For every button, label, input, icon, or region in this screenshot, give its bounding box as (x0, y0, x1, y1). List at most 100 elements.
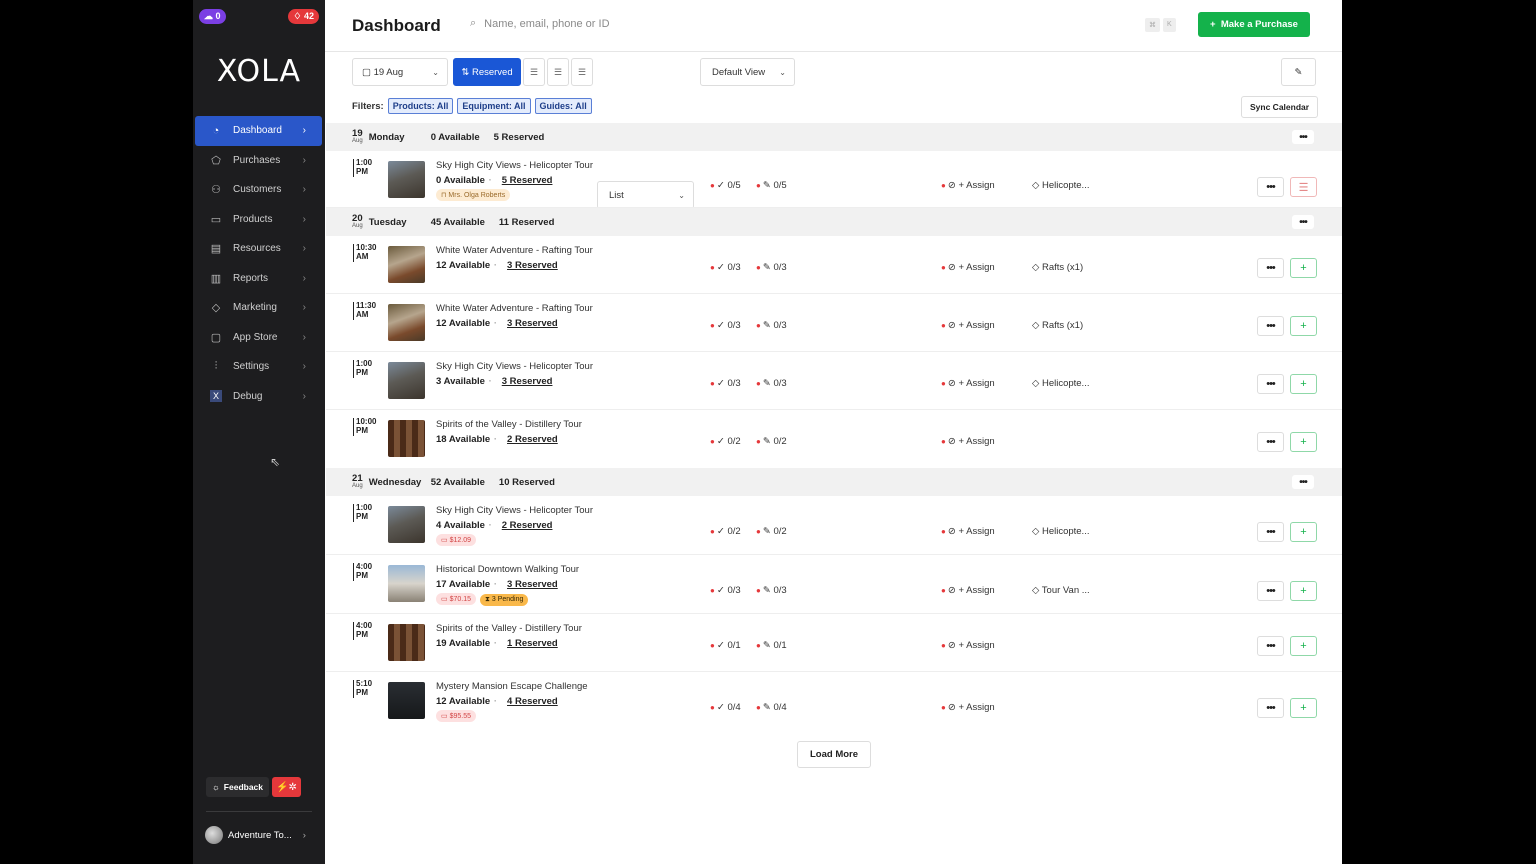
waiver-value: 0/2 (773, 526, 787, 537)
event-title[interactable]: Historical Downtown Walking Tour (436, 564, 579, 575)
products-filter-chip[interactable]: Products: All (387, 98, 454, 114)
notification-badge[interactable]: ☁ 0 (199, 9, 226, 24)
event-more-button[interactable]: ••• (1257, 258, 1284, 278)
event-thumbnail (388, 682, 425, 719)
sidebar-item-app-store[interactable]: ▢ App Store › (195, 323, 322, 353)
event-reserved[interactable]: 3 Reserved (507, 318, 558, 329)
event-more-button[interactable]: ••• (1257, 636, 1284, 656)
sidebar-item-purchases[interactable]: ⬠ Purchases › (195, 146, 322, 176)
sidebar-item-debug[interactable]: X Debug › (195, 382, 322, 412)
event-more-button[interactable]: ••• (1257, 177, 1284, 197)
event-more-button[interactable]: ••• (1257, 316, 1284, 336)
event-more-button[interactable]: ••• (1257, 432, 1284, 452)
event-row[interactable]: 4:00 PM Historical Downtown Walking Tour … (326, 555, 1342, 614)
event-title[interactable]: Spirits of the Valley - Distillery Tour (436, 419, 582, 430)
event-row[interactable]: 10:30 AM White Water Adventure - Rafting … (326, 236, 1342, 294)
load-more-button[interactable]: Load More (797, 741, 872, 768)
event-row[interactable]: 10:00 PM Spirits of the Valley - Distille… (326, 410, 1342, 468)
alert-count: 42 (303, 11, 314, 21)
assign-guide-button[interactable]: ● ⊘ + Assign (941, 180, 995, 191)
event-title[interactable]: Sky High City Views - Helicopter Tour (436, 361, 593, 372)
event-reserved[interactable]: 3 Reserved (507, 579, 558, 590)
assign-guide-button[interactable]: ● ⊘ + Assign (941, 436, 995, 447)
event-title[interactable]: White Water Adventure - Rafting Tour (436, 245, 593, 256)
event-time-ampm: AM (356, 309, 369, 319)
search-input[interactable]: ⌕ Name, email, phone or ID (470, 17, 610, 30)
add-booking-button[interactable]: + (1290, 522, 1317, 542)
event-row[interactable]: 11:30 AM White Water Adventure - Rafting … (326, 294, 1342, 352)
xola-logo[interactable]: XOLA (193, 54, 325, 89)
event-more-button[interactable]: ••• (1257, 522, 1284, 542)
equipment-filter-chip[interactable]: Equipment: All (457, 98, 531, 114)
list-filter-button-1[interactable]: ☰ (523, 58, 545, 86)
sidebar-item-marketing[interactable]: ◇ Marketing › (195, 293, 322, 323)
add-booking-button[interactable]: + (1290, 374, 1317, 394)
day-month: Aug (352, 137, 363, 144)
event-reserved[interactable]: 5 Reserved (502, 175, 553, 186)
event-reserved[interactable]: 1 Reserved (507, 638, 558, 649)
reserved-filter-button[interactable]: ⇅ Reserved (453, 58, 521, 86)
edit-view-button[interactable]: ✎ (1281, 58, 1316, 86)
tag-icon: ◇ (1032, 180, 1040, 191)
day-date: 20 Aug (352, 214, 363, 229)
event-row[interactable]: 4:00 PM Spirits of the Valley - Distiller… (326, 614, 1342, 672)
event-row[interactable]: 1:00 PM Sky High City Views - Helicopter … (326, 151, 1342, 208)
account-switcher[interactable]: Adventure To... › (205, 826, 306, 844)
event-title[interactable]: Sky High City Views - Helicopter Tour (436, 160, 593, 171)
assign-guide-button[interactable]: ● ⊘ + Assign (941, 526, 995, 537)
assign-guide-button[interactable]: ● ⊘ + Assign (941, 378, 995, 389)
event-more-button[interactable]: ••• (1257, 374, 1284, 394)
add-booking-button[interactable]: + (1290, 581, 1317, 601)
day-more-button[interactable]: ••• (1292, 475, 1314, 489)
event-title[interactable]: Mystery Mansion Escape Challenge (436, 681, 588, 692)
assign-guide-button[interactable]: ● ⊘ + Assign (941, 640, 995, 651)
alert-badge[interactable]: ♢ 42 (288, 9, 319, 24)
waiver-count: ● ✎ 0/2 (756, 526, 787, 537)
sidebar-item-products[interactable]: ▭ Products › (195, 205, 322, 235)
list-filter-button-3[interactable]: ☰ (571, 58, 593, 86)
event-reserved[interactable]: 2 Reserved (502, 520, 553, 531)
add-booking-button[interactable]: + (1290, 432, 1317, 452)
event-reserved[interactable]: 4 Reserved (507, 696, 558, 707)
add-booking-button[interactable]: + (1290, 258, 1317, 278)
day-more-button[interactable]: ••• (1292, 215, 1314, 229)
sidebar-item-customers[interactable]: ⚇ Customers › (195, 175, 322, 205)
assign-guide-button[interactable]: ● ⊘ + Assign (941, 320, 995, 331)
sync-calendar-button[interactable]: Sync Calendar (1241, 96, 1319, 118)
event-reserved[interactable]: 2 Reserved (507, 434, 558, 445)
event-title[interactable]: White Water Adventure - Rafting Tour (436, 303, 593, 314)
assign-guide-button[interactable]: ● ⊘ + Assign (941, 262, 995, 273)
list-filter-button-2[interactable]: ☰ (547, 58, 569, 86)
pen-icon: ✎ (762, 526, 771, 537)
add-booking-button[interactable]: + (1290, 698, 1317, 718)
assign-guide-button[interactable]: ● ⊘ + Assign (941, 702, 995, 713)
feedback-button[interactable]: ☼ Feedback (206, 777, 270, 797)
event-row[interactable]: 1:00 PM Sky High City Views - Helicopter … (326, 352, 1342, 410)
event-more-button[interactable]: ••• (1257, 581, 1284, 601)
day-more-button[interactable]: ••• (1292, 130, 1314, 144)
event-title[interactable]: Sky High City Views - Helicopter Tour (436, 505, 593, 516)
event-more-button[interactable]: ••• (1257, 698, 1284, 718)
sidebar-item-resources[interactable]: ▤ Resources › (195, 234, 322, 264)
sidebar-item-settings[interactable]: ⫶ Settings › (195, 352, 322, 382)
sidebar-item-reports[interactable]: ▥ Reports › (195, 264, 322, 294)
make-purchase-button[interactable]: + Make a Purchase (1198, 12, 1310, 37)
add-booking-button[interactable]: + (1290, 636, 1317, 656)
equipment-label: Helicopte... (1041, 180, 1090, 191)
event-row[interactable]: 1:00 PM Sky High City Views - Helicopter … (326, 496, 1342, 555)
saved-view-select[interactable]: Default View ⌄ (700, 58, 795, 86)
guides-filter-chip[interactable]: Guides: All (534, 98, 592, 114)
event-reserved[interactable]: 3 Reserved (507, 260, 558, 271)
event-available: 12 Available (436, 696, 491, 707)
sidebar-item-dashboard[interactable]: ◔ Dashboard › (195, 116, 322, 146)
saved-view-value: Default View (712, 66, 766, 78)
add-booking-button[interactable]: ☰ (1290, 177, 1317, 197)
event-time-value: 10:30 (356, 243, 377, 252)
add-booking-button[interactable]: + (1290, 316, 1317, 336)
event-reserved[interactable]: 3 Reserved (502, 376, 553, 387)
date-picker[interactable]: ▢ 19 Aug ⌄ (352, 58, 448, 86)
assign-guide-button[interactable]: ● ⊘ + Assign (941, 585, 995, 596)
bug-report-button[interactable]: ⚡✲ (272, 777, 302, 797)
event-row[interactable]: 5:10 PM Mystery Mansion Escape Challenge … (326, 672, 1342, 740)
event-title[interactable]: Spirits of the Valley - Distillery Tour (436, 623, 582, 634)
